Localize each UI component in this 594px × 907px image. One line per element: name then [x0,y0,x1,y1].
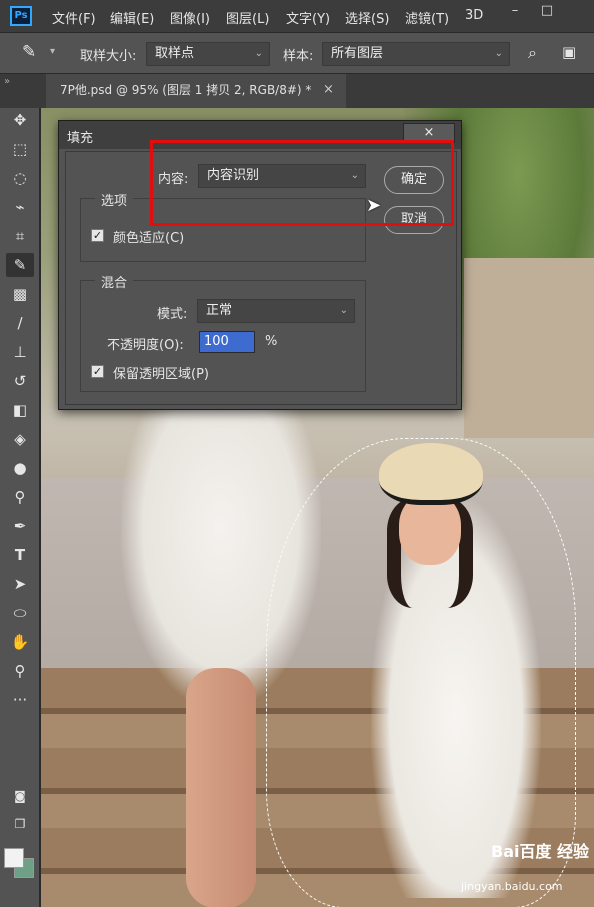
color-adapt-checkbox[interactable]: ✓ [91,229,104,242]
maximize-button[interactable]: □ [530,0,564,24]
shape-icon[interactable]: ⬭ [6,601,34,625]
quick-select-icon[interactable]: ⌁ [6,195,34,219]
marquee-icon[interactable]: ⬚ [6,137,34,161]
collapse-panel-icon[interactable]: » [4,76,10,87]
tool-preset-chevron-icon[interactable]: ▾ [50,46,55,57]
sample-size-value: 取样点 [155,46,195,61]
hand-icon[interactable]: ✋ [6,630,34,654]
tools-panel: ✥ ⬚ ◌ ⌁ ⌗ ✎ ▩ ∕ ⊥ ↺ ◧ ◈ ● ⚲ ✒ T ➤ ⬭ ✋ ⚲ … [0,108,40,907]
opacity-unit: % [265,334,278,349]
stamp-icon[interactable]: ⊥ [6,340,34,364]
baidu-watermark-url: jingyan.baidu.com [461,880,563,893]
sample-select[interactable]: 所有图层 ⌄ [322,42,510,66]
document-tab-bar: » 7P他.psd @ 95% (图层 1 拷贝 2, RGB/8#) * × [0,74,594,108]
lasso-icon[interactable]: ◌ [6,166,34,190]
selection-marquee [266,438,576,907]
menu-type[interactable]: 文字(Y) [286,8,330,27]
eraser-icon[interactable]: ◧ [6,398,34,422]
search-icon[interactable]: ⌕ [528,43,537,63]
sample-size-label: 取样大小: [80,49,137,64]
menu-image[interactable]: 图像(I) [170,8,210,27]
baidu-watermark: Bai百度 经验 [491,842,590,861]
healing-icon[interactable]: ▩ [6,282,34,306]
eyedropper-icon[interactable]: ✎ [6,253,34,277]
eyedropper-icon[interactable]: ✎ [22,42,36,62]
preserve-transparency-checkbox[interactable]: ✓ [91,365,104,378]
chevron-down-icon: ⌄ [254,48,263,59]
mode-value: 正常 [206,303,233,318]
blend-group: 混合 模式: 正常 ⌄ 不透明度(O): 100 % ✓ 保留透明区域(P) [80,272,366,392]
annotation-highlight [150,140,454,226]
document-tab[interactable]: 7P他.psd @ 95% (图层 1 拷贝 2, RGB/8#) * [46,74,346,108]
blur-icon[interactable]: ● [6,456,34,480]
chevron-down-icon: ⌄ [339,305,348,316]
tab-close-icon[interactable]: × [323,82,334,97]
minimize-button[interactable]: – [498,0,532,24]
sample-value: 所有图层 [331,46,384,61]
options-bar: ✎ ▾ 取样大小: 取样点 ⌄ 样本: 所有图层 ⌄ ⌕ ▣ [0,32,594,74]
color-adapt-label: 颜色适应(C) [113,231,185,246]
sample-label: 样本: [283,49,314,64]
mode-label: 模式: [157,307,188,322]
foreground-color-swatch[interactable] [4,848,24,868]
photo-standing-legs [186,668,256,907]
dodge-icon[interactable]: ⚲ [6,485,34,509]
menu-layer[interactable]: 图层(L) [226,8,269,27]
zoom-icon[interactable]: ⚲ [6,659,34,683]
opacity-label: 不透明度(O): [107,338,184,353]
opacity-input[interactable]: 100 [199,331,255,353]
photoshop-logo-icon: Ps [10,6,32,26]
menu-filter[interactable]: 滤镜(T) [405,8,449,27]
chevron-down-icon: ⌄ [494,48,503,59]
menu-select[interactable]: 选择(S) [345,8,389,27]
menu-bar: Ps 文件(F) 编辑(E) 图像(I) 图层(L) 文字(Y) 选择(S) 滤… [0,0,594,32]
menu-edit[interactable]: 编辑(E) [110,8,154,27]
workspace-icon[interactable]: ▣ [562,43,576,61]
menu-3d[interactable]: 3D [465,8,483,23]
more-icon[interactable]: ··· [6,688,34,712]
pen-icon[interactable]: ✒ [6,514,34,538]
preserve-transparency-label: 保留透明区域(P) [113,367,209,382]
blend-group-title: 混合 [95,272,134,291]
photo-building [464,258,594,438]
brush-icon[interactable]: ∕ [6,311,34,335]
menu-file[interactable]: 文件(F) [52,8,96,27]
type-icon[interactable]: T [6,543,34,567]
mouse-cursor-icon: ➤ [366,195,382,216]
screen-mode-icon[interactable]: ❐ [6,812,34,836]
sample-size-select[interactable]: 取样点 ⌄ [146,42,270,66]
move-icon[interactable]: ✥ [6,108,34,132]
crop-icon[interactable]: ⌗ [6,224,34,248]
document-tab-title: 7P他.psd @ 95% (图层 1 拷贝 2, RGB/8#) * [60,83,312,97]
path-select-icon[interactable]: ➤ [6,572,34,596]
options-group-title: 选项 [95,190,134,209]
history-brush-icon[interactable]: ↺ [6,369,34,393]
mode-select[interactable]: 正常 ⌄ [197,299,355,323]
dialog-title: 填充 [67,131,94,146]
quick-mask-icon[interactable]: ◙ [6,784,34,808]
bucket-icon[interactable]: ◈ [6,427,34,451]
